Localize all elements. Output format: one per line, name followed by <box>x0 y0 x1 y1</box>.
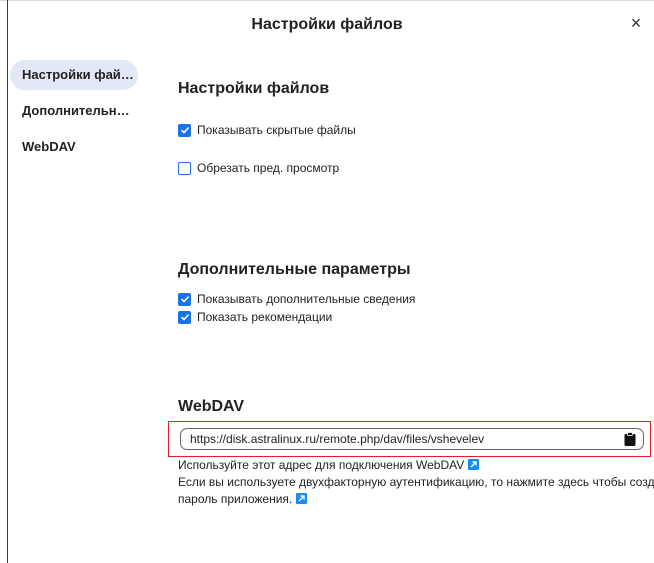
two-factor-hint-line-2: пароль приложения. <box>178 491 308 507</box>
checkbox-checked-icon[interactable] <box>178 123 191 137</box>
settings-dialog: Настройки файлов × Настройки файл... Доп… <box>0 0 654 563</box>
option-label: Показать рекомендации <box>197 310 333 324</box>
copy-to-clipboard-icon[interactable] <box>624 432 636 446</box>
external-link-icon[interactable] <box>468 459 480 470</box>
checkbox-unchecked-icon[interactable] <box>178 161 191 175</box>
close-icon[interactable]: × <box>626 13 646 33</box>
nav-item-file-settings[interactable]: Настройки файл... <box>10 60 138 90</box>
webdav-hint-text: Используйте этот адрес для подключения W… <box>178 458 465 472</box>
dialog-left-border <box>7 0 8 563</box>
two-factor-hint-line-1: Если вы используете двухфакторную аутент… <box>178 475 654 489</box>
option-show-hidden-files[interactable]: Показывать скрытые файлы <box>178 123 356 137</box>
settings-nav: Настройки файл... Дополнительны... WebDA… <box>10 60 138 168</box>
option-show-recommendations[interactable]: Показать рекомендации <box>178 310 332 324</box>
section-title-additional: Дополнительные параметры <box>178 261 411 278</box>
option-show-extra-info[interactable]: Показывать дополнительные сведения <box>178 292 415 306</box>
dialog-title: Настройки файлов <box>251 16 403 33</box>
app-password-link[interactable]: пароль приложения. <box>178 492 292 506</box>
dialog-top-border <box>0 0 654 1</box>
checkbox-checked-icon[interactable] <box>178 310 191 324</box>
section-title-files: Настройки файлов <box>178 80 330 97</box>
option-crop-preview[interactable]: Обрезать пред. просмотр <box>178 161 339 175</box>
webdav-url-field[interactable] <box>180 428 644 450</box>
external-link-icon[interactable] <box>296 493 308 504</box>
option-label: Показывать дополнительные сведения <box>197 292 416 306</box>
webdav-hint-line: Используйте этот адрес для подключения W… <box>178 457 480 473</box>
nav-item-webdav[interactable]: WebDAV <box>10 132 138 162</box>
option-label: Показывать скрытые файлы <box>197 123 356 137</box>
option-label: Обрезать пред. просмотр <box>197 161 340 175</box>
section-title-webdav: WebDAV <box>178 398 245 415</box>
nav-item-additional[interactable]: Дополнительны... <box>10 96 138 126</box>
checkbox-checked-icon[interactable] <box>178 292 191 306</box>
